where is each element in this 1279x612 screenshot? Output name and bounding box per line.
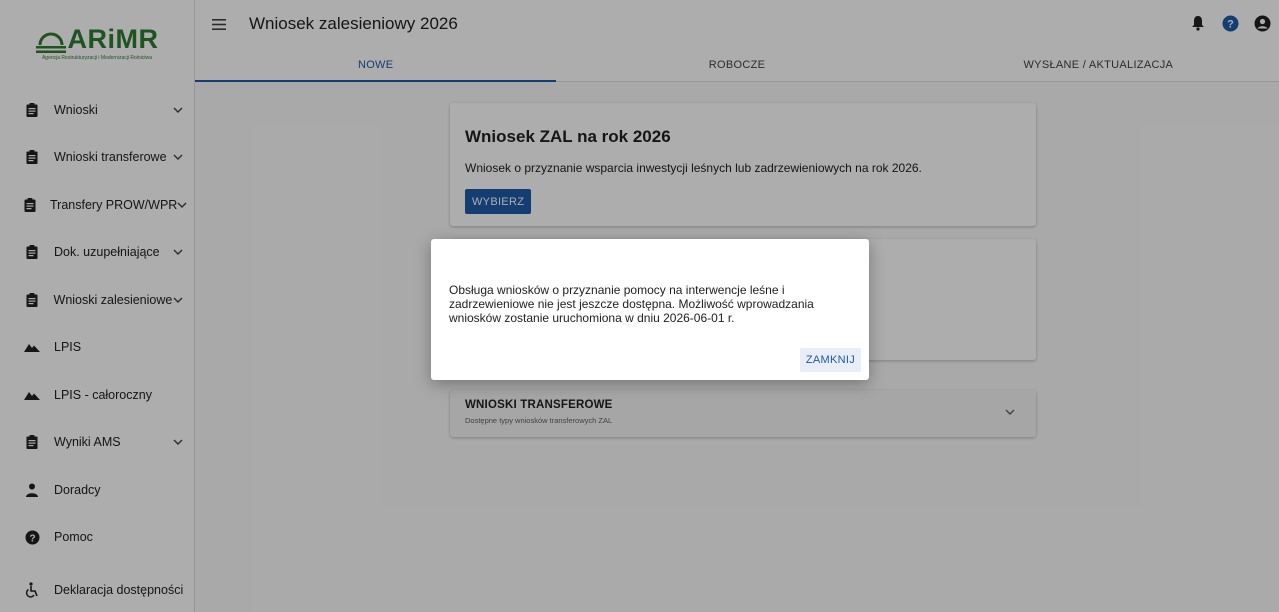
dialog-message: Obsługa wniosków o przyznanie pomocy na … <box>449 283 814 325</box>
close-button[interactable]: ZAMKNIJ <box>799 348 861 372</box>
info-dialog: Obsługa wniosków o przyznanie pomocy na … <box>431 239 869 380</box>
